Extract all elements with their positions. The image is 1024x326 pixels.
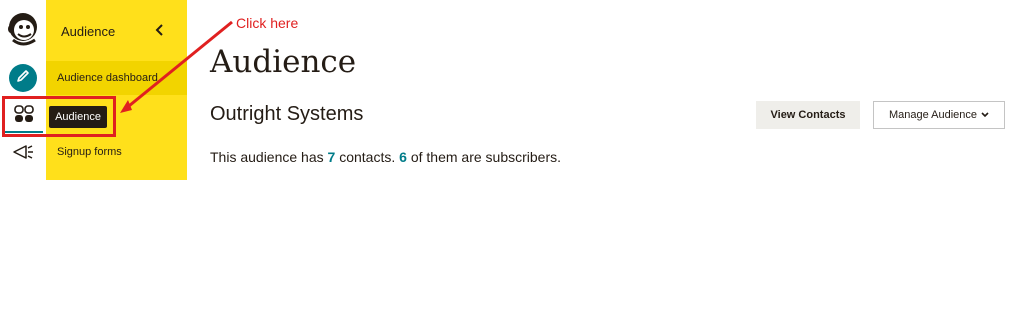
create-button[interactable]	[9, 64, 37, 92]
summary-suffix: of them are subscribers.	[406, 149, 561, 165]
subnav-title: Audience	[61, 24, 116, 39]
annotation-click-here: Click here	[236, 15, 299, 31]
audience-name: Outright Systems	[210, 103, 364, 125]
chevron-left-icon[interactable]	[154, 22, 166, 38]
audience-subnav: Audience Audience dashboard Signup forms	[46, 0, 187, 180]
campaigns-nav-button[interactable]	[12, 143, 34, 161]
summary-middle: contacts.	[335, 149, 400, 165]
megaphone-icon	[12, 145, 34, 165]
subnav-item-label: Audience dashboard	[57, 72, 158, 84]
subnav-item-audience-dashboard[interactable]: Audience dashboard	[46, 61, 187, 95]
subscribers-count: 6	[399, 149, 407, 165]
subnav-item-signup-forms[interactable]: Signup forms	[46, 135, 187, 169]
icon-rail	[0, 0, 46, 326]
highlight-box	[2, 96, 116, 137]
view-contacts-button[interactable]: View Contacts	[756, 101, 860, 129]
manage-audience-button[interactable]: Manage Audience	[873, 101, 1005, 129]
manage-audience-label: Manage Audience	[888, 109, 978, 121]
pencil-icon	[16, 69, 30, 88]
mailchimp-logo-icon[interactable]	[5, 10, 41, 48]
chevron-down-icon	[981, 109, 989, 121]
summary-prefix: This audience has	[210, 149, 328, 165]
subnav-item-label: Signup forms	[57, 146, 122, 158]
audience-summary: This audience has 7 contacts. 6 of them …	[210, 149, 561, 165]
page-title: Audience	[210, 44, 357, 80]
